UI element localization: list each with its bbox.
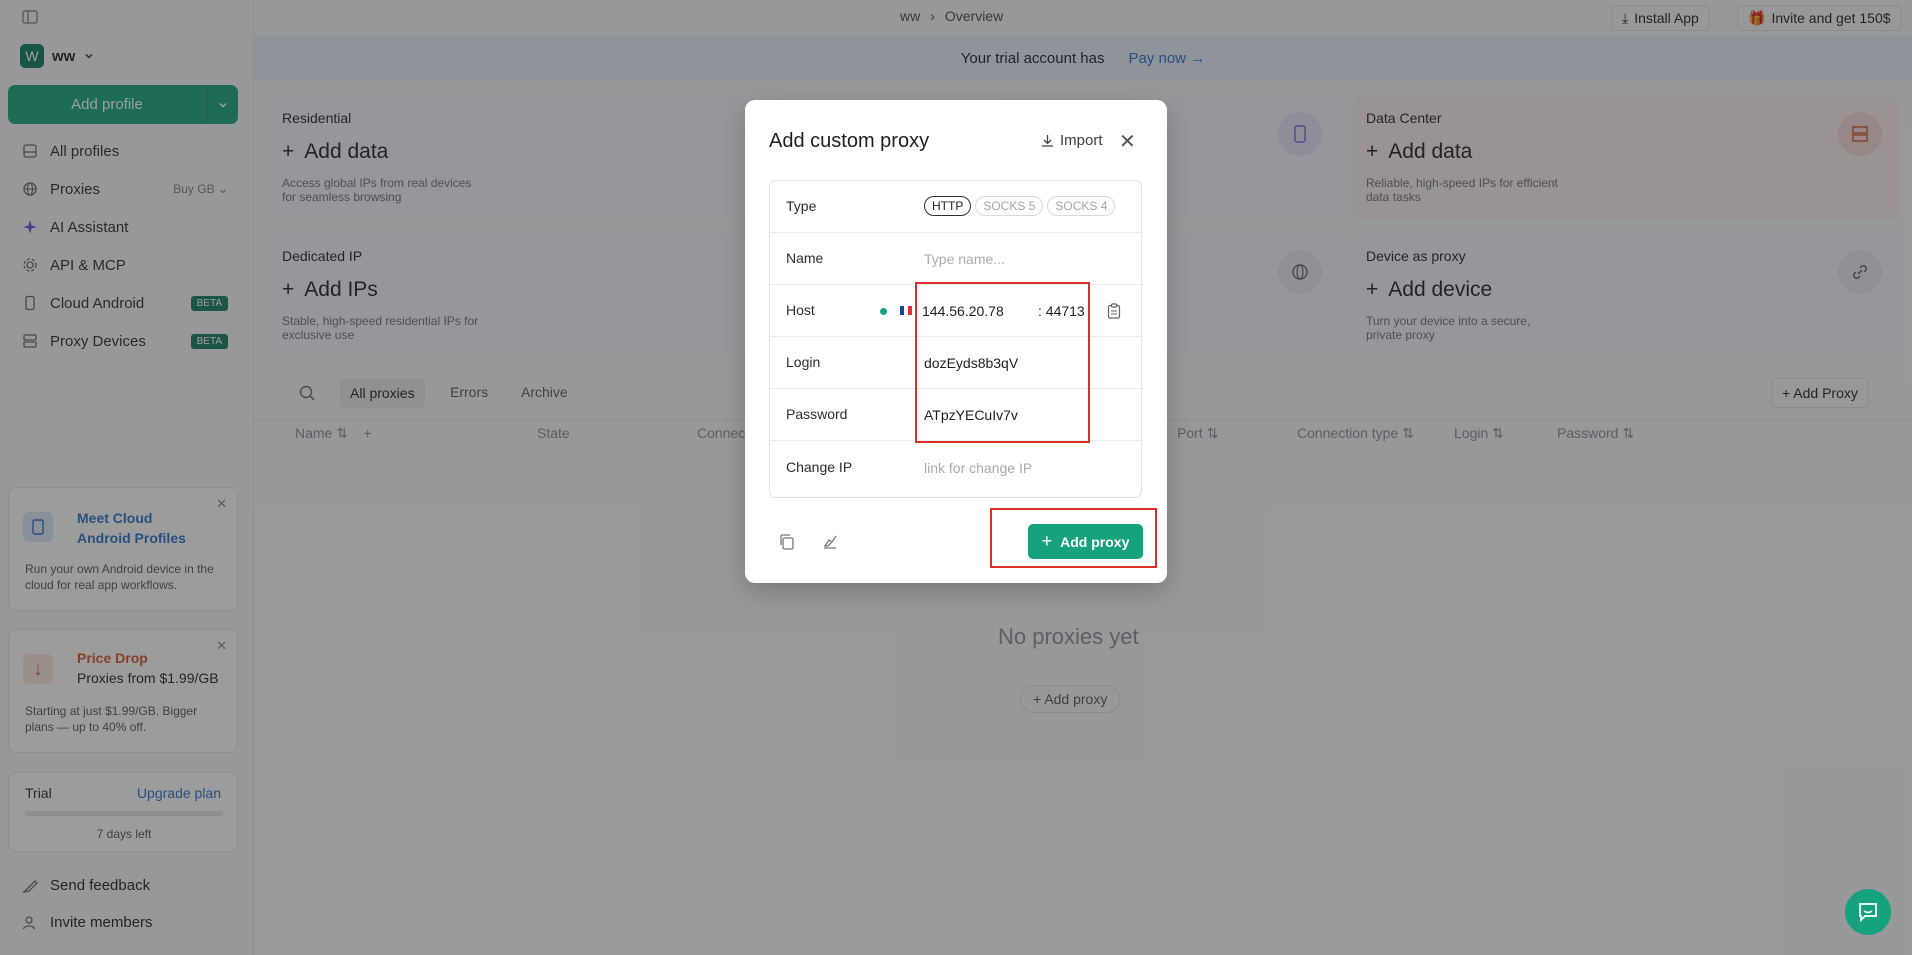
plus-icon: + [1041,531,1053,551]
clipboard-icon[interactable] [1107,303,1121,319]
name-input[interactable]: Type name... [924,251,1124,267]
download-icon [1041,134,1054,147]
type-option-socks4[interactable]: SOCKS 4 [1047,196,1116,216]
add-custom-proxy-modal: Add custom proxy Import ✕ Type HTTP SOCKS… [745,100,1167,583]
highlight-box-credentials [915,282,1090,443]
change-ip-label: Change IP [786,459,853,475]
form-row-name: Name Type name... [770,233,1143,285]
type-option-socks5[interactable]: SOCKS 5 [975,196,1044,216]
close-icon[interactable]: ✕ [1119,129,1136,154]
clear-icon[interactable] [821,533,839,551]
chat-icon [1859,903,1877,923]
flag-france-icon [900,306,912,315]
form-row-type: Type HTTP SOCKS 5 SOCKS 4 [770,181,1143,233]
import-button[interactable]: Import [1041,132,1103,149]
login-label: Login [786,354,821,370]
type-options: HTTP SOCKS 5 SOCKS 4 [924,196,1119,216]
modal-title: Add custom proxy [769,130,930,152]
add-proxy-button[interactable]: + Add proxy [1028,524,1143,559]
password-label: Password [786,406,848,422]
host-label: Host [786,302,815,318]
form-row-change-ip: Change IP link for change IP [770,441,1143,497]
name-label: Name [786,250,824,266]
copy-icon[interactable] [778,533,796,551]
type-label: Type [786,198,817,214]
type-option-http[interactable]: HTTP [924,196,972,216]
chat-support-button[interactable] [1845,889,1891,935]
change-ip-input[interactable]: link for change IP [924,460,1124,476]
status-dot-icon [880,308,887,315]
